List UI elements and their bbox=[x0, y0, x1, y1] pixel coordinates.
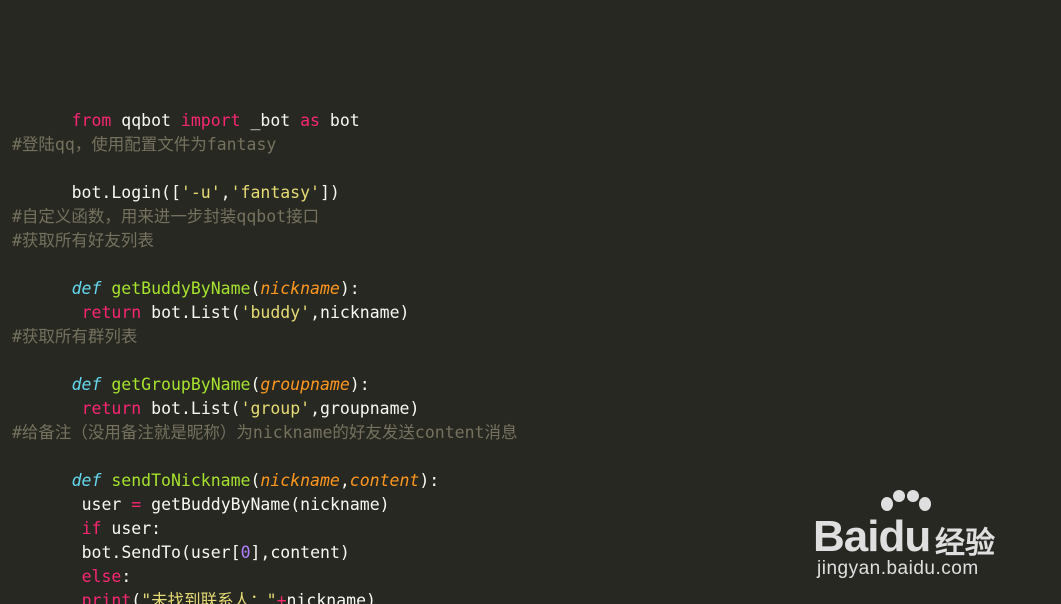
token-param: nickname bbox=[260, 279, 340, 298]
token-function: getGroupByName bbox=[111, 375, 251, 394]
baidu-logo: Baidu bbox=[813, 512, 931, 562]
code-comment: #登陆qq，使用配置文件为fantasy bbox=[12, 135, 277, 154]
token-text: ]) bbox=[319, 183, 340, 202]
token-text: bot bbox=[320, 111, 360, 130]
token-string: 'buddy' bbox=[240, 303, 311, 322]
token-text: ,nickname) bbox=[310, 303, 410, 322]
token-text: _bot bbox=[240, 111, 301, 130]
token-def: def bbox=[71, 471, 102, 490]
token-text: : bbox=[121, 567, 132, 586]
token-text: nickname) bbox=[286, 591, 376, 604]
token-text: ,groupname) bbox=[310, 399, 420, 418]
token-keyword: from bbox=[71, 111, 112, 130]
token-text: bot.List( bbox=[141, 399, 241, 418]
baidu-logo-text-a: Bai bbox=[813, 512, 879, 561]
token-operator: + bbox=[276, 591, 287, 604]
token-text: ( bbox=[131, 591, 142, 604]
code-line-8: def getBuddyByName(nickname): bbox=[12, 253, 517, 298]
token-keyword: else bbox=[81, 567, 122, 586]
token-function: getBuddyByName bbox=[111, 279, 251, 298]
token-text: user: bbox=[101, 519, 162, 538]
token-text: bot.SendTo(user[ bbox=[81, 543, 241, 562]
token-def: def bbox=[71, 279, 102, 298]
token-text: ( bbox=[250, 471, 261, 490]
code-line-4: bot.Login(['-u','fantasy']) bbox=[12, 157, 517, 202]
token-string: 'group' bbox=[240, 399, 311, 418]
token-text: ): bbox=[419, 471, 440, 490]
token-text: bot.List( bbox=[141, 303, 241, 322]
token-text: ): bbox=[349, 375, 370, 394]
code-comment: #获取所有群列表 bbox=[12, 327, 138, 346]
token-string: '-u' bbox=[180, 183, 221, 202]
token-text: ( bbox=[250, 279, 261, 298]
code-line-1: from qqbot import _bot as bot bbox=[12, 85, 517, 130]
jingyan-logo-text: 经验 bbox=[935, 526, 995, 561]
token-operator: = bbox=[131, 495, 142, 514]
baidu-jingyan-watermark: Baidu 经验 jingyan.baidu.com bbox=[813, 490, 1003, 585]
code-editor[interactable]: from qqbot import _bot as bot #登陆qq，使用配置… bbox=[0, 0, 1061, 604]
token-text: user bbox=[81, 495, 132, 514]
token-function: sendToNickname bbox=[111, 471, 251, 490]
token-keyword: return bbox=[81, 399, 142, 418]
watermark-url: jingyan.baidu.com bbox=[817, 558, 979, 579]
token-text: ],content) bbox=[250, 543, 350, 562]
code-comment: #获取所有好友列表 bbox=[12, 231, 154, 250]
token-text: ): bbox=[339, 279, 360, 298]
token-param: groupname bbox=[260, 375, 350, 394]
token-text: ( bbox=[250, 375, 261, 394]
token-text: , bbox=[220, 183, 231, 202]
code-line-16: def sendToNickname(nickname,content): bbox=[12, 445, 517, 490]
token-keyword: as bbox=[300, 111, 320, 130]
baidu-logo-text-b: du bbox=[878, 512, 931, 561]
token-text: getBuddyByName(nickname) bbox=[141, 495, 390, 514]
code-comment: #给备注（没用备注就是昵称）为nickname的好友发送content消息 bbox=[12, 423, 518, 442]
token-keyword: print bbox=[81, 591, 132, 604]
code-area[interactable]: from qqbot import _bot as bot #登陆qq，使用配置… bbox=[12, 85, 518, 604]
code-line-12: def getGroupByName(groupname): bbox=[12, 349, 517, 394]
token-def: def bbox=[71, 375, 102, 394]
token-text: , bbox=[339, 471, 350, 490]
token-string: "未找到联系人：" bbox=[141, 591, 277, 604]
code-comment: #自定义函数，用来进一步封装qqbot接口 bbox=[12, 207, 320, 226]
token-string: 'fantasy' bbox=[230, 183, 320, 202]
token-param: nickname bbox=[260, 471, 340, 490]
token-number: 0 bbox=[240, 543, 251, 562]
token-keyword: return bbox=[81, 303, 142, 322]
token-text: bot.Login([ bbox=[71, 183, 181, 202]
token-keyword: if bbox=[81, 519, 102, 538]
token-text: qqbot bbox=[111, 111, 181, 130]
token-param: content bbox=[349, 471, 420, 490]
token-keyword: import bbox=[180, 111, 241, 130]
